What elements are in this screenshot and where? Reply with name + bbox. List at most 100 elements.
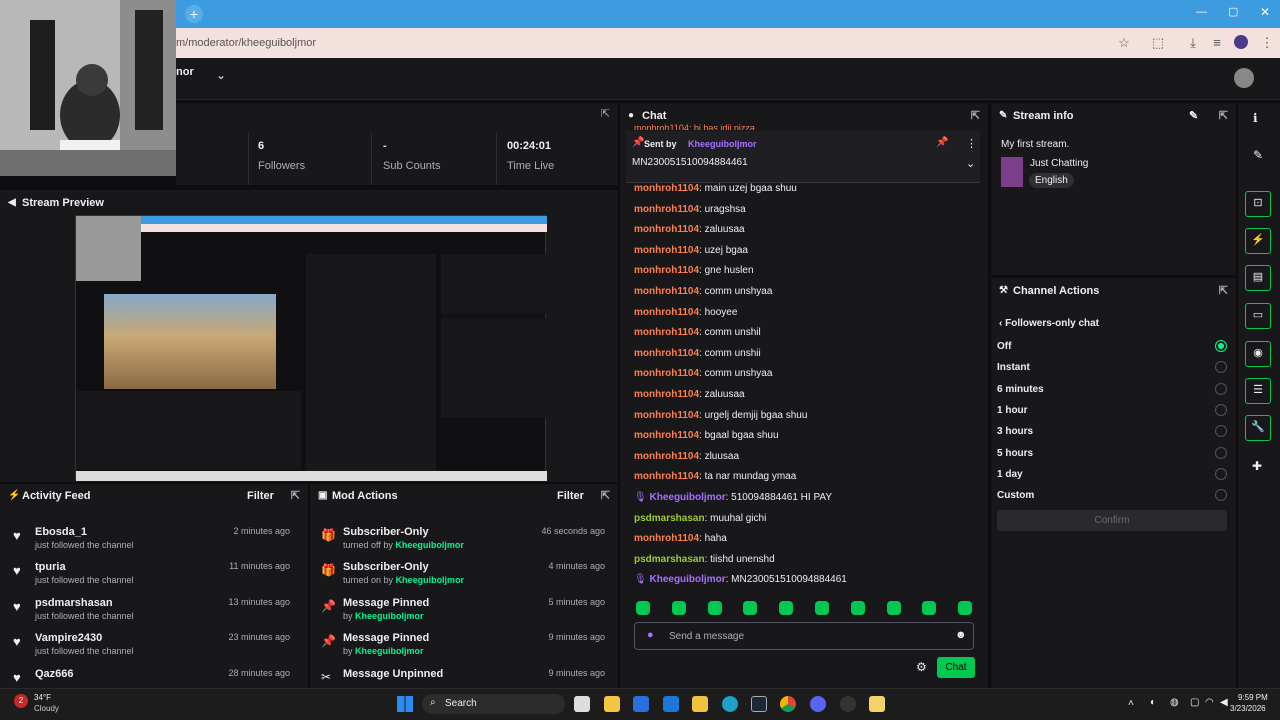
followers-option[interactable]: 3 hours bbox=[997, 426, 1227, 437]
language-tag[interactable]: English bbox=[1029, 173, 1074, 188]
chat-message[interactable]: monhroh1104: bgaal bgaa shuu bbox=[634, 430, 984, 441]
popout-icon[interactable]: ⇱ bbox=[601, 107, 610, 120]
popout-icon[interactable]: ⇱ bbox=[971, 103, 980, 129]
app-icon[interactable] bbox=[840, 696, 856, 712]
url-text[interactable]: m/moderator/kheeguiboljmor bbox=[176, 37, 316, 49]
followers-option[interactable]: 6 minutes bbox=[997, 384, 1227, 395]
minimize-button[interactable]: — bbox=[1196, 6, 1207, 18]
chat-message[interactable]: psdmarshasan: muuhal gichi bbox=[634, 513, 984, 524]
chat-username[interactable]: monhroh1104 bbox=[634, 307, 699, 318]
chat-username[interactable]: Kheeguiboljmor bbox=[649, 574, 725, 585]
chat-icon[interactable]: ▭ bbox=[1245, 303, 1271, 329]
chat-message[interactable]: monhroh1104: gne huslen bbox=[634, 265, 984, 276]
popout-icon[interactable]: ⇱ bbox=[291, 484, 300, 508]
radio-button[interactable] bbox=[1215, 340, 1227, 352]
document-icon[interactable]: ▤ bbox=[1245, 265, 1271, 291]
tray-icon[interactable]: ◍ bbox=[1170, 697, 1179, 708]
reading-list-icon[interactable]: ≡ bbox=[1208, 34, 1226, 52]
chat-message[interactable]: monhroh1104: haha bbox=[634, 533, 984, 544]
chat-username[interactable]: psdmarshasan bbox=[634, 513, 705, 524]
radio-button[interactable] bbox=[1215, 467, 1227, 480]
volume-icon[interactable]: ◀ bbox=[1220, 697, 1228, 708]
chat-message[interactable]: monhroh1104: comm unshii bbox=[634, 348, 984, 359]
edit-icon[interactable]: ✎ bbox=[1253, 148, 1263, 162]
chat-username[interactable]: monhroh1104 bbox=[634, 327, 699, 338]
mod-action-item[interactable]: 📌 Message Pinned by Kheeguiboljmor 9 minute… bbox=[310, 628, 615, 664]
chat-message[interactable]: monhroh1104: comm unshyaa bbox=[634, 286, 984, 297]
mod-filter-button[interactable]: Filter bbox=[557, 484, 584, 508]
file-explorer-icon[interactable] bbox=[692, 696, 708, 712]
download-icon[interactable]: ⤓ bbox=[1184, 34, 1202, 52]
chat-username[interactable]: monhroh1104 bbox=[634, 410, 699, 421]
maximize-button[interactable]: ▢ bbox=[1228, 5, 1238, 18]
store-icon[interactable] bbox=[633, 696, 649, 712]
followers-option[interactable]: Instant bbox=[997, 362, 1227, 373]
tray-icon[interactable]: ◐ bbox=[1150, 697, 1156, 708]
bookmark-star-icon[interactable]: ☆ bbox=[1115, 34, 1133, 52]
moderator-name[interactable]: Kheeguiboljmor bbox=[355, 646, 424, 656]
pinned-message[interactable]: 📌 Sent by Kheeguiboljmor MN2300515100948… bbox=[626, 131, 980, 183]
list-icon[interactable]: ☰ bbox=[1245, 378, 1271, 404]
info-icon[interactable]: ℹ bbox=[1253, 111, 1258, 125]
moderator-name[interactable]: Kheeguiboljmor bbox=[355, 611, 424, 621]
chat-username[interactable]: monhroh1104 bbox=[634, 348, 699, 359]
emote-icon[interactable] bbox=[850, 601, 865, 615]
preview-video[interactable] bbox=[75, 215, 547, 481]
emote-icon[interactable] bbox=[886, 601, 901, 615]
wifi-icon[interactable]: ◠ bbox=[1205, 697, 1214, 708]
broadcast-icon[interactable]: ◉ bbox=[1245, 341, 1271, 367]
chat-message[interactable]: monhroh1104: hooyee bbox=[634, 307, 984, 318]
followers-option[interactable]: Off bbox=[997, 341, 1227, 352]
lightning-icon[interactable]: ⚡ bbox=[1245, 228, 1271, 254]
task-view-icon[interactable] bbox=[574, 696, 590, 712]
browser-menu-icon[interactable]: ⋮ bbox=[1258, 34, 1276, 52]
profile-avatar[interactable] bbox=[1234, 35, 1248, 49]
back-button[interactable]: ‹ Followers-only chat bbox=[999, 318, 1099, 329]
category-name[interactable]: Just Chatting bbox=[1030, 158, 1088, 169]
activity-feed-item[interactable]: ♥ Ebosda_1 just followed the channel 2 minu… bbox=[0, 522, 300, 558]
radio-button[interactable] bbox=[1215, 403, 1227, 416]
mod-action-item[interactable]: 🎁 Subscriber-Only turned off by Kheeguibol… bbox=[310, 522, 615, 558]
chat-message[interactable]: monhroh1104: uzej bgaa bbox=[634, 245, 984, 256]
chat-message[interactable]: monhroh1104: ta nar mundag ymaa bbox=[634, 471, 984, 482]
chat-send-button[interactable]: Chat bbox=[937, 657, 975, 678]
chat-username[interactable]: monhroh1104 bbox=[634, 245, 699, 256]
chat-message[interactable]: 🎙 Kheeguiboljmor: 510094884461 HI PAY bbox=[634, 492, 984, 503]
chat-username[interactable]: monhroh1104 bbox=[634, 471, 699, 482]
followers-option[interactable]: 1 hour bbox=[997, 405, 1227, 416]
clock-time[interactable]: 9:59 PM bbox=[1238, 693, 1268, 702]
outlook-icon[interactable] bbox=[663, 696, 679, 712]
chat-username[interactable]: monhroh1104 bbox=[634, 430, 699, 441]
add-widget-icon[interactable]: ✚ bbox=[1252, 459, 1262, 473]
radio-button[interactable] bbox=[1215, 446, 1227, 459]
followers-option[interactable]: 1 day bbox=[997, 469, 1227, 480]
mic-icon[interactable]: ● bbox=[647, 629, 654, 641]
extensions-icon[interactable]: ⬚ bbox=[1149, 34, 1167, 52]
edit-icon[interactable]: ✎ bbox=[1189, 103, 1198, 129]
chat-username[interactable]: Kheeguiboljmor bbox=[649, 492, 725, 503]
discord-icon[interactable] bbox=[810, 696, 826, 712]
chat-username[interactable]: psdmarshasan bbox=[634, 554, 705, 565]
chat-message[interactable]: monhroh1104: comm unshyaa bbox=[634, 368, 984, 379]
activity-feed-item[interactable]: ♥ tpuria just followed the channel 11 minut… bbox=[0, 557, 300, 593]
edge-icon[interactable] bbox=[722, 696, 738, 712]
chat-username[interactable]: monhroh1104 bbox=[634, 224, 699, 235]
app-icon[interactable] bbox=[869, 696, 885, 712]
chat-username[interactable]: monhroh1104 bbox=[634, 183, 699, 194]
emote-icon[interactable] bbox=[922, 601, 937, 615]
weather-icon[interactable]: 2 bbox=[14, 694, 28, 708]
chat-message[interactable]: monhroh1104: main uzej bgaa shuu bbox=[634, 183, 984, 194]
user-avatar[interactable] bbox=[1234, 68, 1254, 88]
popout-icon[interactable]: ⇱ bbox=[1219, 278, 1228, 304]
steam-icon[interactable] bbox=[751, 696, 767, 712]
chat-username[interactable]: monhroh1104 bbox=[634, 368, 699, 379]
more-options-icon[interactable]: ⋮ bbox=[966, 137, 977, 150]
moderator-name[interactable]: Kheeguiboljmor bbox=[396, 575, 465, 585]
chat-message[interactable]: monhroh1104: zaluusaa bbox=[634, 389, 984, 400]
emote-icon[interactable] bbox=[707, 601, 722, 615]
clock-date[interactable]: 3/23/2026 bbox=[1230, 704, 1266, 713]
emote-icon[interactable] bbox=[636, 601, 650, 615]
chat-message[interactable]: monhroh1104: comm unshil bbox=[634, 327, 984, 338]
activity-filter-button[interactable]: Filter bbox=[247, 484, 274, 508]
chat-username[interactable]: monhroh1104 bbox=[634, 451, 699, 462]
